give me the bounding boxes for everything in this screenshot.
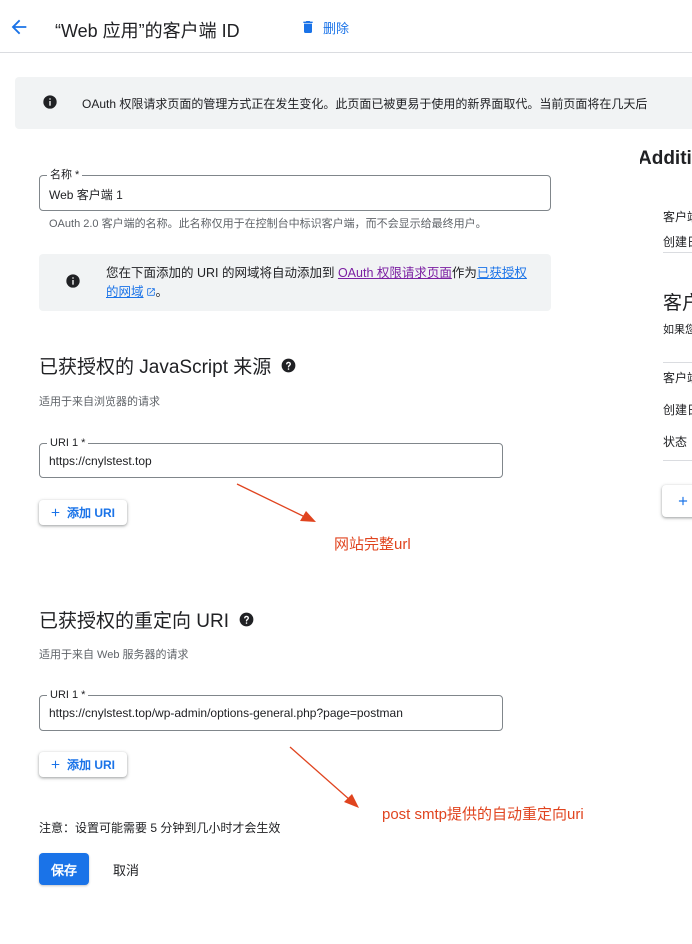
add-redirect-uri-button[interactable]: 添加 URI: [39, 752, 127, 777]
redirect-uri-1-label: URI 1 *: [47, 688, 89, 702]
redirect-uris-title: 已获授权的重定向 URI: [39, 606, 254, 633]
propagation-note: 注意：设置可能需要 5 分钟到几小时才会生效: [39, 821, 281, 835]
cancel-button[interactable]: 取消: [104, 853, 148, 885]
redirect-uri-1-input[interactable]: URI 1 * https://cnylstest.top/wp-admin/o…: [39, 688, 503, 731]
side-row-secret: 客户端: [663, 371, 692, 385]
add-redirect-uri-label: 添加 URI: [67, 758, 116, 772]
annotation-label-1: 网站完整url: [334, 536, 411, 553]
side-row-secret-created: 创建日: [663, 403, 692, 417]
annotation-label-2: post smtp提供的自动重定向uri: [382, 806, 584, 823]
side-panel-title: Additi: [640, 148, 692, 169]
side-row-client-id: 客户端: [663, 210, 692, 224]
add-secret-button[interactable]: [662, 485, 692, 517]
divider: [663, 362, 692, 363]
plus-icon: [51, 760, 60, 769]
redirect-uris-subtitle: 适用于来自 Web 服务器的请求: [39, 649, 189, 661]
side-row-status: 状态: [663, 435, 688, 449]
plus-icon: [678, 496, 688, 506]
save-button[interactable]: 保存: [39, 853, 89, 885]
divider: [663, 252, 692, 253]
redirect-uri-1-value: https://cnylstest.top/wp-admin/options-g…: [49, 706, 403, 720]
side-row-created: 创建日: [663, 235, 692, 249]
additional-info-panel: Additi 客户端 创建日 客户 如果您 客户端 创建日 状态: [640, 0, 692, 944]
divider: [663, 460, 692, 461]
annotation-arrow-1: [236, 483, 359, 808]
help-icon[interactable]: [239, 612, 254, 627]
side-desc: 如果您: [663, 324, 692, 336]
side-heading: 客户: [663, 293, 692, 314]
redirect-uris-title-text: 已获授权的重定向 URI: [39, 611, 230, 632]
